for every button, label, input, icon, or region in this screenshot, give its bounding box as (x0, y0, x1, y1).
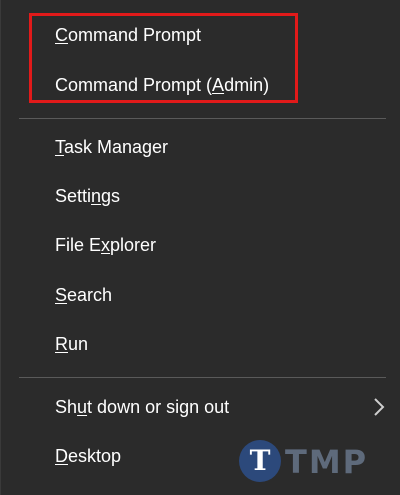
access-key: S (55, 285, 68, 305)
access-key: C (55, 25, 68, 45)
menu-item-label: Sh (55, 397, 78, 417)
menu-item-label: File E (55, 235, 102, 255)
watermark-text: TMP (285, 443, 369, 481)
access-key: T (55, 137, 64, 157)
access-key: n (91, 186, 102, 206)
menu-item-settings[interactable]: Settings (55, 185, 120, 207)
menu-item-file-explorer[interactable]: File Explorer (55, 234, 156, 256)
menu-item-command-prompt-admin[interactable]: Command Prompt (Admin) (55, 74, 269, 96)
menu-item-label: ask Manager (64, 137, 169, 157)
menu-item-run[interactable]: Run (55, 333, 88, 355)
menu-item-label: esktop (68, 446, 122, 466)
menu-separator (19, 118, 386, 119)
menu-item-command-prompt[interactable]: Command Prompt (55, 24, 201, 46)
menu-item-label: plorer (110, 235, 157, 255)
menu-item-desktop[interactable]: Desktop (55, 445, 121, 467)
access-key: x (101, 235, 111, 255)
menu-item-label: earch (67, 285, 113, 305)
context-menu: Command Prompt Command Prompt (Admin) Ta… (0, 0, 400, 495)
menu-item-search[interactable]: Search (55, 284, 112, 306)
menu-separator (19, 377, 386, 378)
menu-item-shut-down[interactable]: Shut down or sign out (55, 396, 229, 418)
watermark-logo: T TMP (239, 440, 389, 486)
menu-item-label: dmin) (224, 75, 270, 95)
chevron-right-icon[interactable] (369, 396, 389, 418)
access-key: A (212, 75, 225, 95)
menu-item-label: Command Prompt ( (55, 75, 213, 95)
menu-item-label: Setti (55, 186, 92, 206)
menu-item-label: un (68, 334, 89, 354)
access-key: D (55, 446, 68, 466)
menu-item-label: t down or sign out (87, 397, 230, 417)
access-key: u (77, 397, 88, 417)
menu-item-label: ommand Prompt (68, 25, 202, 45)
menu-item-task-manager[interactable]: Task Manager (55, 136, 168, 158)
menu-item-label: gs (101, 186, 121, 206)
watermark-letter: T (249, 444, 271, 477)
access-key: R (55, 334, 68, 354)
